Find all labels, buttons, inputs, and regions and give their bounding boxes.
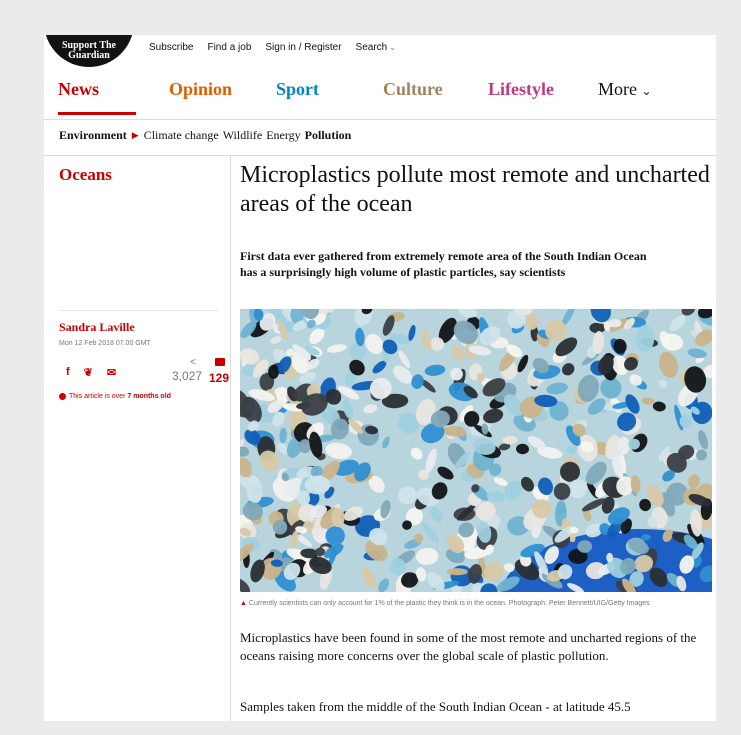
top-links: Subscribe Find a job Sign in / Register … <box>149 42 396 53</box>
divider <box>59 310 219 311</box>
subnav-item-climate-change[interactable]: Climate change <box>144 128 219 143</box>
support-line-2: Guardian <box>68 50 110 61</box>
plastic-pebble <box>606 552 614 563</box>
chevron-down-icon: ⌄ <box>389 43 396 52</box>
subnav-item-energy[interactable]: Energy <box>266 128 300 143</box>
triangle-up-icon: ▲ <box>240 600 247 607</box>
plastic-pebble <box>577 540 593 553</box>
column-divider <box>230 155 231 721</box>
pillar-lifestyle[interactable]: Lifestyle <box>488 77 554 101</box>
pillar-nav: News Opinion Sport Culture Lifestyle Mor… <box>44 77 716 117</box>
section-label[interactable]: Oceans <box>59 165 112 185</box>
plastic-pebble <box>272 519 288 535</box>
top-bar: Support The Guardian Subscribe Find a jo… <box>44 35 716 67</box>
more-label: More <box>598 79 637 99</box>
support-the-guardian-button[interactable]: Support The Guardian <box>44 35 134 67</box>
find-a-job-link[interactable]: Find a job <box>207 42 251 53</box>
comment-count[interactable]: 129 <box>209 371 229 385</box>
pillar-more[interactable]: More ⌄ <box>598 77 652 103</box>
pillar-opinion[interactable]: Opinion <box>169 77 232 101</box>
share-icon: < <box>190 357 196 368</box>
standfirst: First data ever gathered from extremely … <box>240 249 647 279</box>
subnav: Environment ▶ Climate change Wildlife En… <box>59 128 351 143</box>
subnav-item-wildlife[interactable]: Wildlife <box>223 128 263 143</box>
divider <box>44 155 716 156</box>
article-age-notice: This article is over 7 months old <box>59 393 171 400</box>
divider <box>44 119 716 120</box>
subnav-item-pollution[interactable]: Pollution <box>305 128 352 143</box>
article-age-value: 7 months old <box>127 393 171 400</box>
article-page: Support The Guardian Subscribe Find a jo… <box>44 35 716 721</box>
author-byline[interactable]: Sandra Laville <box>59 320 135 335</box>
hero-image <box>240 309 712 592</box>
search-link[interactable]: Search ⌄ <box>356 42 396 53</box>
clock-icon <box>59 393 66 400</box>
microplastics-photo <box>240 309 712 592</box>
article-date: Mon 12 Feb 2018 07.00 GMT <box>59 340 151 347</box>
caption-text: Currently scientists can only account fo… <box>248 600 650 607</box>
article-age-prefix: This article is over <box>69 393 128 400</box>
subnav-section-environment[interactable]: Environment <box>59 128 127 143</box>
share-count: 3,027 <box>172 369 203 383</box>
headline: Microplastics pollute most remote and un… <box>240 162 710 217</box>
body-paragraph: Samples taken from the middle of the Sou… <box>240 699 631 714</box>
triangle-right-icon: ▶ <box>131 130 139 140</box>
facebook-icon[interactable]: f <box>66 366 70 379</box>
email-icon[interactable]: ✉ <box>107 366 116 379</box>
pillar-culture[interactable]: Culture <box>383 77 443 101</box>
chevron-down-icon: ⌄ <box>641 84 652 98</box>
comment-icon <box>215 358 225 366</box>
twitter-icon[interactable]: ❦ <box>84 366 93 379</box>
plastic-pebble <box>446 568 468 576</box>
pillar-sport[interactable]: Sport <box>276 77 319 101</box>
search-label: Search <box>355 42 388 53</box>
image-caption: ▲ Currently scientists can only account … <box>240 599 710 609</box>
sign-in-link[interactable]: Sign in / Register <box>265 42 341 53</box>
pillar-news[interactable]: News <box>58 77 136 115</box>
subscribe-link[interactable]: Subscribe <box>149 42 193 53</box>
share-buttons: f ❦ ✉ <box>66 366 116 379</box>
body-paragraph: Microplastics have been found in some of… <box>240 630 697 663</box>
